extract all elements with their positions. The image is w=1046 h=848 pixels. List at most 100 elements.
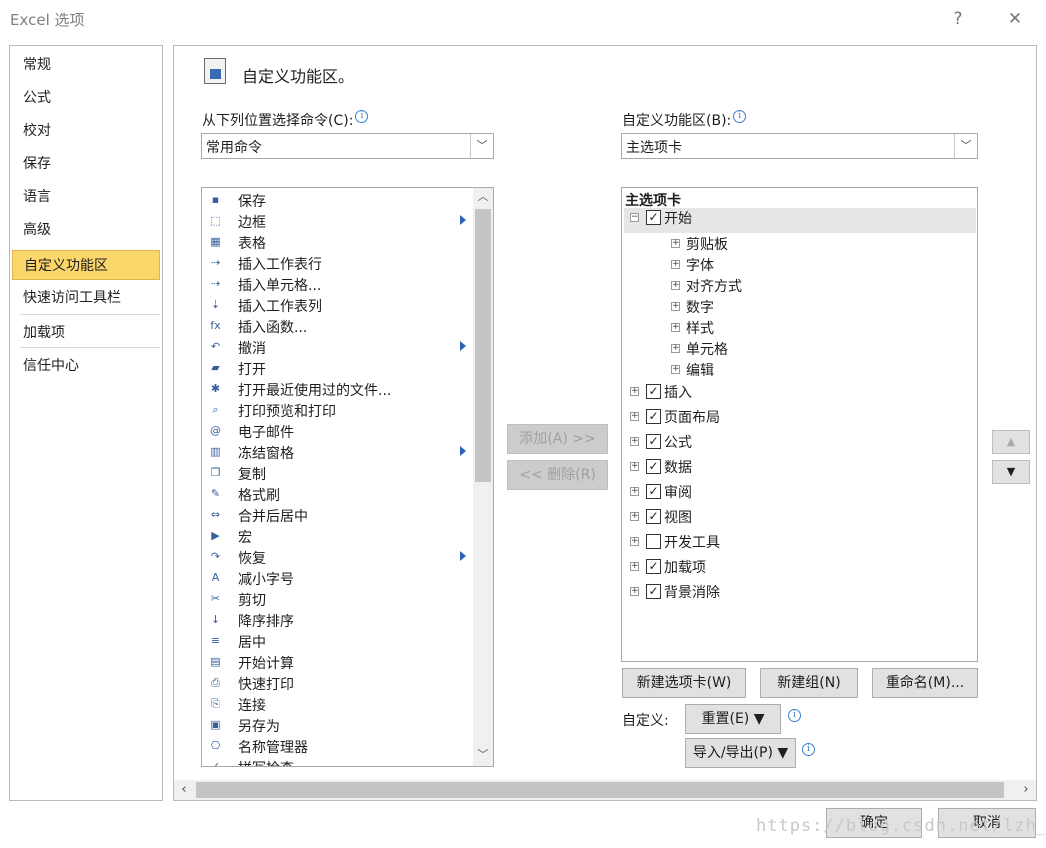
tab-checkbox[interactable]: ✓ bbox=[646, 584, 661, 599]
command-item[interactable]: ≡ 居中 bbox=[204, 631, 472, 652]
command-item[interactable]: ⎙ 快速打印 bbox=[204, 673, 472, 694]
tab-checkbox[interactable] bbox=[646, 534, 661, 549]
tree-group-0[interactable]: + 剪贴板 bbox=[624, 234, 924, 256]
rename-button[interactable]: 重命名(M)... bbox=[872, 668, 978, 698]
nav-item-3[interactable]: 保存 bbox=[12, 149, 160, 179]
command-item[interactable]: ⇢ 插入工作表行 bbox=[204, 253, 472, 274]
expand-icon[interactable]: + bbox=[630, 512, 639, 521]
tree-tab-9[interactable]: + ✓ 背景消除 bbox=[624, 582, 976, 604]
command-item[interactable]: ↶ 撤消 bbox=[204, 337, 472, 358]
expand-icon[interactable]: + bbox=[671, 302, 680, 311]
command-item[interactable]: ✓ 拼写检查 bbox=[204, 757, 472, 766]
move-up-button[interactable]: ▲ bbox=[992, 430, 1030, 454]
commands-list-scrollbar[interactable]: ︿ ﹀ bbox=[473, 188, 493, 766]
expand-icon[interactable]: + bbox=[630, 537, 639, 546]
add-button[interactable]: 添加(A) >> bbox=[507, 424, 608, 454]
command-item[interactable]: ⇣ 插入工作表列 bbox=[204, 295, 472, 316]
info-icon[interactable]: i bbox=[733, 110, 747, 123]
info-icon[interactable]: i bbox=[355, 110, 369, 123]
horizontal-scroll-thumb[interactable] bbox=[196, 782, 1004, 798]
tree-group-4[interactable]: + 样式 bbox=[624, 318, 924, 340]
command-item[interactable]: ▪ 保存 bbox=[204, 190, 472, 211]
expand-icon[interactable]: + bbox=[630, 462, 639, 471]
command-item[interactable]: ▤ 开始计算 bbox=[204, 652, 472, 673]
import-export-button[interactable]: 导入/导出(P) ▼ bbox=[685, 738, 796, 768]
nav-item-0[interactable]: 常规 bbox=[12, 50, 160, 80]
command-item[interactable]: ▰ 打开 bbox=[204, 358, 472, 379]
expand-icon[interactable]: + bbox=[630, 487, 639, 496]
tree-group-2[interactable]: + 对齐方式 bbox=[624, 276, 924, 298]
command-item[interactable]: ✂ 剪切 bbox=[204, 589, 472, 610]
commands-from-select[interactable]: 常用命令 ﹀ bbox=[201, 133, 494, 159]
tree-tab-6[interactable]: + ✓ 视图 bbox=[624, 507, 976, 529]
command-item[interactable]: ▣ 另存为 bbox=[204, 715, 472, 736]
tab-checkbox[interactable]: ✓ bbox=[646, 509, 661, 524]
content-horizontal-scrollbar[interactable]: ‹ › bbox=[174, 780, 1036, 800]
close-icon[interactable]: ✕ bbox=[1001, 6, 1029, 32]
command-item[interactable]: ↓ 降序排序 bbox=[204, 610, 472, 631]
command-item[interactable]: ⬚ 边框 bbox=[204, 211, 472, 232]
scroll-up-icon[interactable]: ︿ bbox=[473, 188, 493, 206]
info-icon[interactable]: i bbox=[802, 743, 815, 756]
command-item[interactable]: ⌕ 打印预览和打印 bbox=[204, 400, 472, 421]
expand-icon[interactable]: + bbox=[671, 365, 680, 374]
help-button[interactable]: ? bbox=[944, 6, 972, 32]
command-item[interactable]: @ 电子邮件 bbox=[204, 421, 472, 442]
command-item[interactable]: A 减小字号 bbox=[204, 568, 472, 589]
nav-item-1[interactable]: 公式 bbox=[12, 83, 160, 113]
chevron-down-icon[interactable]: ﹀ bbox=[470, 134, 493, 158]
tab-checkbox[interactable]: ✓ bbox=[646, 384, 661, 399]
tab-checkbox[interactable]: ✓ bbox=[646, 459, 661, 474]
tree-tab-1[interactable]: + ✓ 插入 bbox=[624, 382, 976, 404]
expand-icon[interactable]: + bbox=[630, 387, 639, 396]
tree-tab-8[interactable]: + ✓ 加载项 bbox=[624, 557, 976, 579]
commands-list[interactable]: ✓ 拼写检查 ⎔ 名称管理器 ▣ 另存为 ⎘ 连接 ⎙ 快速打印 ▤ 开始计算 ≡ 居中 ↓ 降序排序 ✂ 剪切 A… bbox=[201, 187, 494, 767]
tree-tab-5[interactable]: + ✓ 审阅 bbox=[624, 482, 976, 504]
nav-item-4[interactable]: 语言 bbox=[12, 182, 160, 212]
scroll-down-icon[interactable]: ﹀ bbox=[473, 746, 493, 764]
tab-checkbox[interactable]: ✓ bbox=[646, 210, 661, 225]
nav-item-5[interactable]: 高级 bbox=[12, 215, 160, 245]
new-group-button[interactable]: 新建组(N) bbox=[760, 668, 858, 698]
expand-icon[interactable]: + bbox=[671, 260, 680, 269]
nav-item-8[interactable]: 加载项 bbox=[12, 318, 160, 348]
expand-icon[interactable]: + bbox=[671, 344, 680, 353]
command-item[interactable]: ⎔ 名称管理器 bbox=[204, 736, 472, 757]
tree-tab-0[interactable]: − ✓ 开始 bbox=[624, 208, 976, 233]
tree-tab-4[interactable]: + ✓ 数据 bbox=[624, 457, 976, 479]
move-down-button[interactable]: ▼ bbox=[992, 460, 1030, 484]
command-item[interactable]: ▦ 表格 bbox=[204, 232, 472, 253]
tree-tab-7[interactable]: + 开发工具 bbox=[624, 532, 976, 554]
nav-item-6[interactable]: 自定义功能区 bbox=[12, 250, 160, 280]
expand-icon[interactable]: + bbox=[630, 562, 639, 571]
tree-tab-2[interactable]: + ✓ 页面布局 bbox=[624, 407, 976, 429]
expand-icon[interactable]: + bbox=[671, 281, 680, 290]
scroll-left-icon[interactable]: ‹ bbox=[174, 780, 194, 800]
expand-icon[interactable]: + bbox=[671, 239, 680, 248]
tree-group-3[interactable]: + 数字 bbox=[624, 297, 924, 319]
nav-item-2[interactable]: 校对 bbox=[12, 116, 160, 146]
tab-checkbox[interactable]: ✓ bbox=[646, 484, 661, 499]
tree-group-5[interactable]: + 单元格 bbox=[624, 339, 924, 361]
command-item[interactable]: ↷ 恢复 bbox=[204, 547, 472, 568]
command-item[interactable]: ❐ 复制 bbox=[204, 463, 472, 484]
command-item[interactable]: fx 插入函数... bbox=[204, 316, 472, 337]
ribbon-tree[interactable]: 主选项卡 − ✓ 开始 + 剪贴板 + 字体 + 对齐方式 + 数字 + 样式 + 单元格 + 编辑 + ✓ 插入 + ✓… bbox=[621, 187, 978, 662]
command-item[interactable]: ✱ 打开最近使用过的文件... bbox=[204, 379, 472, 400]
reset-button[interactable]: 重置(E) ▼ bbox=[685, 704, 781, 734]
command-item[interactable]: ⇔ 合并后居中 bbox=[204, 505, 472, 526]
chevron-down-icon[interactable]: ﹀ bbox=[954, 134, 977, 158]
tab-checkbox[interactable]: ✓ bbox=[646, 434, 661, 449]
tab-checkbox[interactable]: ✓ bbox=[646, 559, 661, 574]
command-item[interactable]: ⇢ 插入单元格... bbox=[204, 274, 472, 295]
nav-item-7[interactable]: 快速访问工具栏 bbox=[12, 283, 160, 313]
info-icon[interactable]: i bbox=[788, 709, 801, 722]
expand-icon[interactable]: + bbox=[630, 412, 639, 421]
tree-tab-3[interactable]: + ✓ 公式 bbox=[624, 432, 976, 454]
remove-button[interactable]: << 删除(R) bbox=[507, 460, 608, 490]
scroll-right-icon[interactable]: › bbox=[1016, 780, 1036, 800]
command-item[interactable]: ⎘ 连接 bbox=[204, 694, 472, 715]
collapse-icon[interactable]: − bbox=[630, 213, 639, 222]
command-item[interactable]: ▥ 冻结窗格 bbox=[204, 442, 472, 463]
expand-icon[interactable]: + bbox=[630, 437, 639, 446]
